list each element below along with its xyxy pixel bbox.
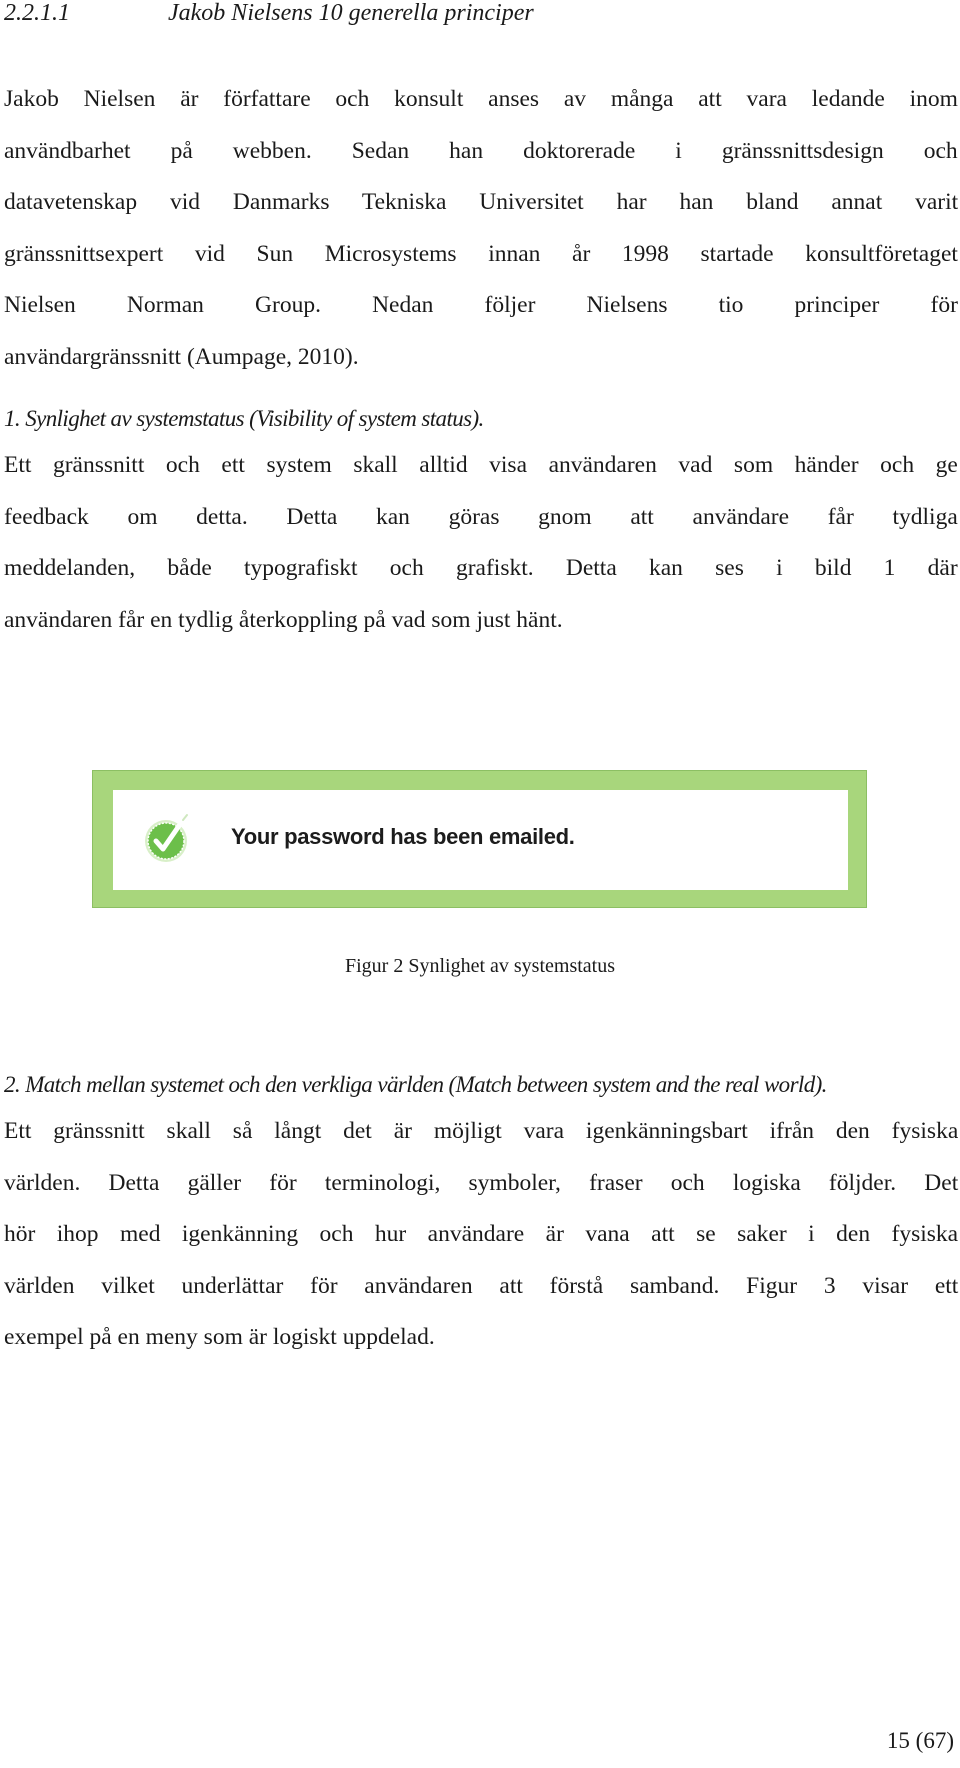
document-page: 2.2.1.1 Jakob Nielsens 10 generella princ… [0,0,960,1768]
figure-caption: Figur 2 Synlighet av systemstatus [345,955,615,977]
text-line: användbarhet på webben. Sedan han doktor… [4,137,958,164]
status-message-box: Your password has been emailed. [113,790,848,890]
text-line: användargränssnitt (Aumpage, 2010). [4,343,359,370]
page-number: 15 (67) [886,1728,954,1753]
section-heading: 2.2.1.1 Jakob Nielsens 10 generella princ… [4,0,534,30]
principle-1-title: 1. Synlighet av systemstatus (Visibility… [4,406,484,431]
section-title: Jakob Nielsens 10 generella principer [168,0,534,26]
text-line: Jakob Nielsen är författare och konsult … [4,86,958,112]
text-line: exempel på en meny som är logiskt uppdel… [4,1324,435,1351]
principle-1-paragraph: Ett gränssnitt och ett system skall allt… [4,440,958,646]
text-line: datavetenskap vid Danmarks Tekniska Univ… [4,189,959,216]
section-number: 2.2.1.1 [4,0,70,26]
text-line: hör ihop med igenkänning och hur använda… [4,1221,959,1248]
text-line: världen. Detta gäller för terminologi, s… [4,1169,959,1196]
text-line: meddelanden, både typografiskt och grafi… [4,555,958,582]
checkmark-circle-icon [145,814,188,862]
text-line: världen vilket underlättar för användare… [4,1272,959,1299]
text-line: feedback om detta. Detta kan göras gnom … [4,503,958,530]
principle-2-title: 2. Match mellan systemet och den verklig… [4,1072,827,1097]
intro-paragraph: Jakob Nielsen är författare och konsult … [4,74,958,384]
figure-status-message: Your password has been emailed. [92,770,867,908]
status-message-text: Your password has been emailed. [231,824,575,849]
text-line: Ett gränssnitt skall så långt det är möj… [4,1118,959,1144]
text-line: Nielsen Norman Group. Nedan följer Niels… [4,292,958,319]
text-line: gränssnittsexpert vid Sun Microsystems i… [4,240,958,267]
text-line: Ett gränssnitt och ett system skall allt… [4,452,958,478]
text-line: användaren får en tydlig återkoppling på… [4,606,563,633]
principle-2-paragraph: Ett gränssnitt skall så långt det är möj… [4,1106,958,1364]
